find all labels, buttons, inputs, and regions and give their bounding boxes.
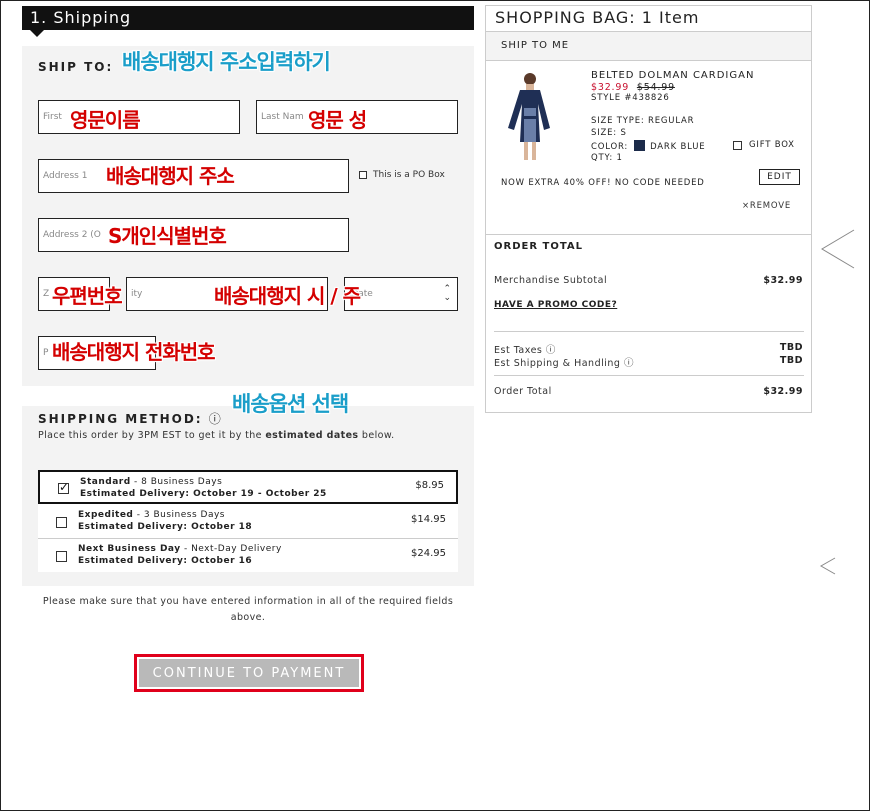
- shipping-handling-value: TBD: [779, 355, 803, 366]
- po-box-checkbox[interactable]: [359, 171, 367, 179]
- required-fields-note: Please make sure that you have entered i…: [42, 596, 454, 623]
- product-size-type: SIZE TYPE: REGULAR: [591, 116, 695, 126]
- standard-price: $8.95: [415, 480, 444, 491]
- next-day-days: Next-Day Delivery: [191, 544, 282, 554]
- gift-box-label: GIFT BOX: [749, 140, 795, 150]
- shopping-bag-title: SHOPPING BAG: 1 Item: [495, 8, 700, 27]
- next-day-name: Next Business Day - Next-Day Delivery: [78, 544, 282, 554]
- shipping-handling-label: Est Shipping & Handling ⓘ: [494, 358, 634, 369]
- product-color: COLOR: DARK BLUE: [591, 140, 705, 152]
- expedited-name-text: Expedited: [78, 510, 134, 520]
- overlay-ship-to: 배송대행지 주소입력하기: [122, 50, 331, 74]
- next-day-eta: Estimated Delivery: October 16: [78, 556, 253, 566]
- expedited-checkbox[interactable]: [56, 517, 67, 528]
- shipping-option-expedited[interactable]: Expedited - 3 Business Days Estimated De…: [38, 504, 458, 539]
- expedited-name: Expedited - 3 Business Days: [78, 510, 225, 520]
- zip-placeholder: Z: [43, 289, 50, 299]
- color-swatch: [633, 140, 645, 151]
- overlay-zip: 우편번호: [52, 284, 123, 308]
- overlay-city-state: 배송대행지 시 / 주: [214, 284, 361, 308]
- standard-name: Standard - 8 Business Days: [80, 477, 222, 487]
- totals-rule-2: [494, 375, 804, 376]
- taxes-label: Est Taxes ⓘ: [494, 345, 556, 356]
- address2-placeholder: Address 2 (O: [43, 230, 101, 240]
- edit-button[interactable]: EDIT: [759, 169, 800, 185]
- standard-days: 8 Business Days: [141, 477, 223, 487]
- overlay-address2: S개인식별번호: [108, 224, 227, 248]
- product-original-price: $54.99: [636, 82, 675, 93]
- product-qty: QTY: 1: [591, 153, 623, 163]
- shipping-option-next-day[interactable]: Next Business Day - Next-Day Delivery Es…: [38, 538, 458, 572]
- product-color-label: COLOR:: [591, 142, 629, 152]
- totals-rule-1: [494, 331, 804, 332]
- next-day-name-text: Next Business Day: [78, 544, 181, 554]
- standard-sep: -: [130, 477, 142, 487]
- chevron-left-small-icon[interactable]: [818, 556, 838, 576]
- ship-to-me-label: SHIP TO ME: [501, 40, 570, 51]
- address1-placeholder: Address 1: [43, 171, 88, 181]
- state-select[interactable]: State ⌃ ⌄: [344, 277, 458, 311]
- product-sale-price: $32.99: [591, 82, 630, 93]
- expedited-days: 3 Business Days: [143, 510, 225, 520]
- overlay-shipping-option: 배송옵션 선택: [232, 392, 349, 416]
- product-style: STYLE #438826: [591, 93, 670, 103]
- gift-box-checkbox[interactable]: [733, 141, 742, 150]
- continue-to-payment-button[interactable]: CONTINUE TO PAYMENT: [134, 654, 364, 692]
- ship-to-label: SHIP TO:: [38, 60, 114, 74]
- remove-link[interactable]: ×REMOVE: [742, 201, 791, 211]
- promo-code-link[interactable]: HAVE A PROMO CODE?: [494, 300, 617, 310]
- product-name[interactable]: BELTED DOLMAN CARDIGAN: [591, 70, 754, 81]
- shipping-step-header: 1. Shipping: [22, 6, 474, 30]
- info-icon[interactable]: ⓘ: [209, 412, 221, 426]
- shopping-bag-panel: SHOPPING BAG: 1 Item SHIP TO ME BELTED D…: [485, 5, 812, 413]
- product-size: SIZE: S: [591, 128, 627, 138]
- subtotal-label: Merchandise Subtotal: [494, 275, 608, 286]
- taxes-value: TBD: [779, 342, 803, 353]
- po-box-label: This is a PO Box: [373, 170, 445, 180]
- phone-placeholder: P: [43, 348, 49, 358]
- chevron-left-icon[interactable]: [818, 228, 856, 270]
- product-prices: $32.99 $54.99: [591, 82, 675, 93]
- header-notch: [30, 30, 44, 37]
- select-arrows-icon: ⌃ ⌄: [443, 284, 451, 303]
- standard-checkbox[interactable]: ✓: [58, 480, 70, 494]
- city-placeholder: ity: [131, 289, 143, 299]
- order-total-value: $32.99: [763, 386, 803, 397]
- product-image[interactable]: [500, 68, 558, 164]
- continue-to-payment-label: CONTINUE TO PAYMENT: [139, 659, 359, 687]
- shipping-method-title-text: SHIPPING METHOD:: [38, 412, 203, 426]
- shipping-method-title: SHIPPING METHOD: ⓘ: [38, 410, 221, 427]
- promo-message: NOW EXTRA 40% OFF! NO CODE NEEDED: [501, 178, 705, 188]
- expedited-sep: -: [133, 510, 144, 520]
- overlay-first-name: 영문이름: [70, 108, 141, 132]
- overlay-last-name: 영문 성: [308, 108, 367, 132]
- shipping-options-list: ✓ Standard - 8 Business Days Estimated D…: [38, 470, 458, 572]
- check-mark-icon: ✓: [59, 480, 70, 494]
- shipping-option-standard[interactable]: ✓ Standard - 8 Business Days Estimated D…: [38, 470, 458, 504]
- next-day-price: $24.95: [411, 548, 446, 559]
- ship-to-me-bar: SHIP TO ME: [486, 31, 811, 61]
- next-day-sep: -: [180, 544, 192, 554]
- shipping-note-bold: estimated dates: [265, 430, 359, 441]
- overlay-address1: 배송대행지 주소: [106, 164, 235, 188]
- shipping-note-suffix: below.: [358, 430, 395, 441]
- product-color-name: DARK BLUE: [650, 142, 706, 152]
- standard-name-text: Standard: [80, 477, 131, 487]
- shipping-note: Place this order by 3PM EST to get it by…: [38, 430, 395, 441]
- order-total-label: Order Total: [494, 386, 552, 397]
- shipping-note-prefix: Place this order by 3PM EST to get it by…: [38, 430, 266, 441]
- first-name-placeholder: First: [43, 112, 62, 122]
- subtotal-value: $32.99: [763, 275, 803, 286]
- expedited-price: $14.95: [411, 514, 446, 525]
- standard-eta: Estimated Delivery: October 19 - October…: [80, 489, 327, 499]
- overlay-phone: 배송대행지 전화번호: [52, 340, 216, 364]
- ship-to-panel: SHIP TO: First Last Nam Address 1 This i…: [22, 46, 474, 386]
- expedited-eta: Estimated Delivery: October 18: [78, 522, 253, 532]
- bag-divider: [486, 234, 811, 235]
- order-total-title: ORDER TOTAL: [494, 241, 583, 252]
- last-name-placeholder: Last Nam: [261, 112, 304, 122]
- next-day-checkbox[interactable]: [56, 551, 67, 562]
